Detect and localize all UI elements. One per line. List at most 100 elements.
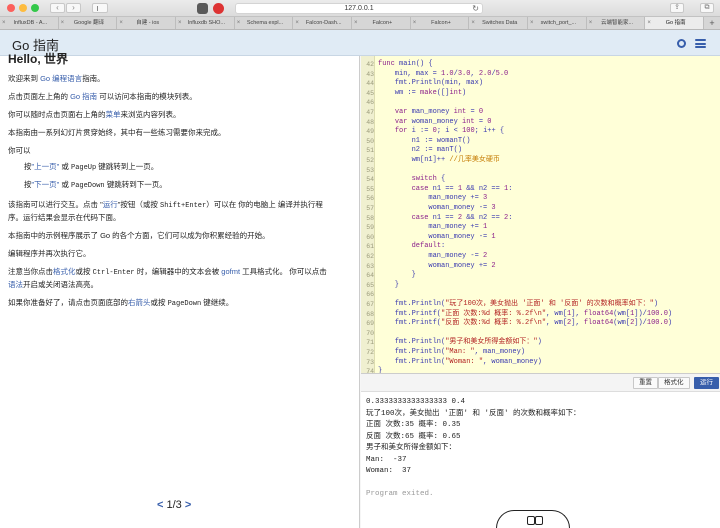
- tab-close-icon[interactable]: ×: [530, 17, 534, 29]
- tab-close-icon[interactable]: ×: [178, 17, 182, 29]
- browser-tab[interactable]: × Google 翻译: [59, 17, 118, 29]
- code-line[interactable]: 64 }: [361, 271, 720, 281]
- tab-close-icon[interactable]: ×: [354, 17, 358, 29]
- forward-button[interactable]: ›: [66, 3, 81, 13]
- code-editor[interactable]: 42 func main() {43 min, max = 1.0/3.0, 2.…: [361, 56, 720, 374]
- line-number: 55: [366, 185, 374, 193]
- line-number: 48: [366, 118, 374, 126]
- code-line[interactable]: 44 fmt.Println(min, max): [361, 79, 720, 89]
- menu-link[interactable]: 菜单: [106, 110, 121, 119]
- next-page-link[interactable]: "下一页": [32, 180, 60, 189]
- line-number: 63: [366, 262, 374, 270]
- minimize-window-button[interactable]: [19, 4, 27, 12]
- sidebar-toggle-button[interactable]: [92, 3, 108, 13]
- go-tour-link[interactable]: Go 指南: [70, 92, 97, 101]
- tab-close-icon[interactable]: ×: [471, 17, 475, 29]
- tab-close-icon[interactable]: ×: [61, 17, 65, 29]
- extension-shield-icon[interactable]: [197, 3, 208, 14]
- gofmt-link[interactable]: gofmt: [221, 267, 240, 276]
- tab-close-icon[interactable]: ×: [237, 17, 241, 29]
- code-line[interactable]: 74}: [361, 367, 720, 373]
- close-window-button[interactable]: [7, 4, 15, 12]
- code-line[interactable]: 70: [361, 329, 720, 339]
- code-line[interactable]: 53: [361, 166, 720, 176]
- browser-tab[interactable]: × switch_port_...: [528, 17, 587, 29]
- browser-tab[interactable]: × Go 指南: [645, 17, 705, 29]
- format-link[interactable]: 格式化: [53, 267, 76, 276]
- menu-icon[interactable]: [695, 39, 706, 48]
- code-line[interactable]: 71 fmt.Println("男子和美女所得金额如下："): [361, 338, 720, 348]
- code-text: func main() {: [378, 60, 433, 68]
- code-line[interactable]: 56 man_money += 3: [361, 194, 720, 204]
- code-line[interactable]: 47 var man_money int = 0: [361, 108, 720, 118]
- code-line[interactable]: 52 wm[n1]++ //几率美女硬币: [361, 156, 720, 166]
- share-button[interactable]: ⇪: [670, 3, 684, 13]
- code-line[interactable]: 49 for i := 0; i < 100; i++ {: [361, 127, 720, 137]
- reset-button[interactable]: 重置: [633, 377, 658, 389]
- code-line[interactable]: 48 var woman_money int = 0: [361, 118, 720, 128]
- code-line[interactable]: 50 n1 := womanT(): [361, 137, 720, 147]
- code-line[interactable]: 66: [361, 290, 720, 300]
- tab-label: Go 指南: [665, 20, 686, 26]
- code-line[interactable]: 43 min, max = 1.0/3.0, 2.0/5.0: [361, 70, 720, 80]
- syntax-link[interactable]: 语法: [8, 280, 23, 289]
- code-line[interactable]: 73 fmt.Println("Woman: ", woman_money): [361, 358, 720, 368]
- code-line[interactable]: 45 wm := make([]int): [361, 89, 720, 99]
- code-line[interactable]: 46: [361, 98, 720, 108]
- prev-page-arrow[interactable]: <: [157, 499, 163, 511]
- browser-tab[interactable]: × Schema expl...: [235, 17, 294, 29]
- next-page-arrow[interactable]: >: [185, 499, 191, 511]
- tab-close-icon[interactable]: ×: [295, 17, 299, 29]
- zoom-window-button[interactable]: [31, 4, 39, 12]
- tab-close-icon[interactable]: ×: [119, 17, 123, 29]
- code-line[interactable]: 68 fmt.Printf("正面 次数:%d 概率: %.2f\n", wm[…: [361, 310, 720, 320]
- tab-close-icon[interactable]: ×: [647, 17, 651, 29]
- browser-tab[interactable]: × 自建 - ios: [117, 17, 177, 29]
- go-language-link[interactable]: Go 编程语言: [40, 74, 82, 83]
- code-line[interactable]: 55 case n1 == 1 && n2 == 1:: [361, 185, 720, 195]
- extension-badge-icon[interactable]: [213, 3, 224, 14]
- tabs-overview-button[interactable]: ⧉: [700, 3, 714, 13]
- prev-page-link[interactable]: "上一页": [32, 162, 60, 171]
- browser-tab[interactable]: × InfluxDB - A...: [0, 17, 59, 29]
- run-link[interactable]: 运行: [103, 200, 118, 209]
- code-line[interactable]: 69 fmt.Printf("反面 次数:%d 概率: %.2f\n", wm[…: [361, 319, 720, 329]
- right-arrow-link[interactable]: 右箭头: [128, 298, 151, 307]
- code-line[interactable]: 54 switch {: [361, 175, 720, 185]
- tab-bar: × InfluxDB - A... × Google 翻译 × 自建 - ios × Infl…: [0, 16, 720, 30]
- code-line[interactable]: 72 fmt.Println("Man: ", man_money): [361, 348, 720, 358]
- code-line[interactable]: 60 woman_money -= 1: [361, 233, 720, 243]
- page-indicator: 1/3: [166, 499, 182, 511]
- code-line[interactable]: 58 case n1 == 2 && n2 == 2:: [361, 214, 720, 224]
- browser-tab[interactable]: × Falcon+: [352, 17, 411, 29]
- browser-tab[interactable]: × Switches Data: [469, 17, 529, 29]
- browser-tab[interactable]: × Falcon-Dash...: [293, 17, 353, 29]
- browser-tab[interactable]: × Influxdb SHO...: [176, 17, 235, 29]
- back-button[interactable]: ‹: [50, 3, 65, 13]
- code-line[interactable]: 61 default:: [361, 242, 720, 252]
- new-tab-button[interactable]: +: [704, 17, 720, 29]
- code-line[interactable]: 57 woman_money -= 3: [361, 204, 720, 214]
- lesson-paragraph: 本指南由一系列幻灯片贯穿始终，其中有一些练习需要你来完成。: [8, 128, 226, 137]
- code-line[interactable]: 62 man_money -= 2: [361, 252, 720, 262]
- code-line[interactable]: 65 }: [361, 281, 720, 291]
- settings-gear-icon[interactable]: [677, 39, 686, 48]
- tab-label: Switches Data: [482, 20, 518, 26]
- line-number: 54: [366, 176, 374, 184]
- code-line[interactable]: 67 fmt.Println("玩了100次，美女抛出 '正面' 和 '反面' …: [361, 300, 720, 310]
- browser-tab[interactable]: × Falcon+: [411, 17, 470, 29]
- code-line[interactable]: 59 man_money += 1: [361, 223, 720, 233]
- format-button[interactable]: 格式化: [658, 377, 690, 389]
- reload-icon[interactable]: ↻: [472, 4, 479, 14]
- run-button[interactable]: 运行: [694, 377, 719, 389]
- tab-close-icon[interactable]: ×: [589, 17, 593, 29]
- tab-close-icon[interactable]: ×: [2, 17, 6, 29]
- code-line[interactable]: 51 n2 := manT(): [361, 146, 720, 156]
- address-bar[interactable]: 127.0.0.1 ↻: [235, 3, 483, 14]
- tab-close-icon[interactable]: ×: [413, 17, 417, 29]
- browser-tab[interactable]: × 云端智能家...: [587, 17, 646, 29]
- tab-label: InfluxDB - A...: [13, 20, 48, 26]
- code-line[interactable]: 63 woman_money += 2: [361, 262, 720, 272]
- code-text: fmt.Println("Man: ", man_money): [378, 348, 526, 356]
- code-line[interactable]: 42 func main() {: [361, 60, 720, 70]
